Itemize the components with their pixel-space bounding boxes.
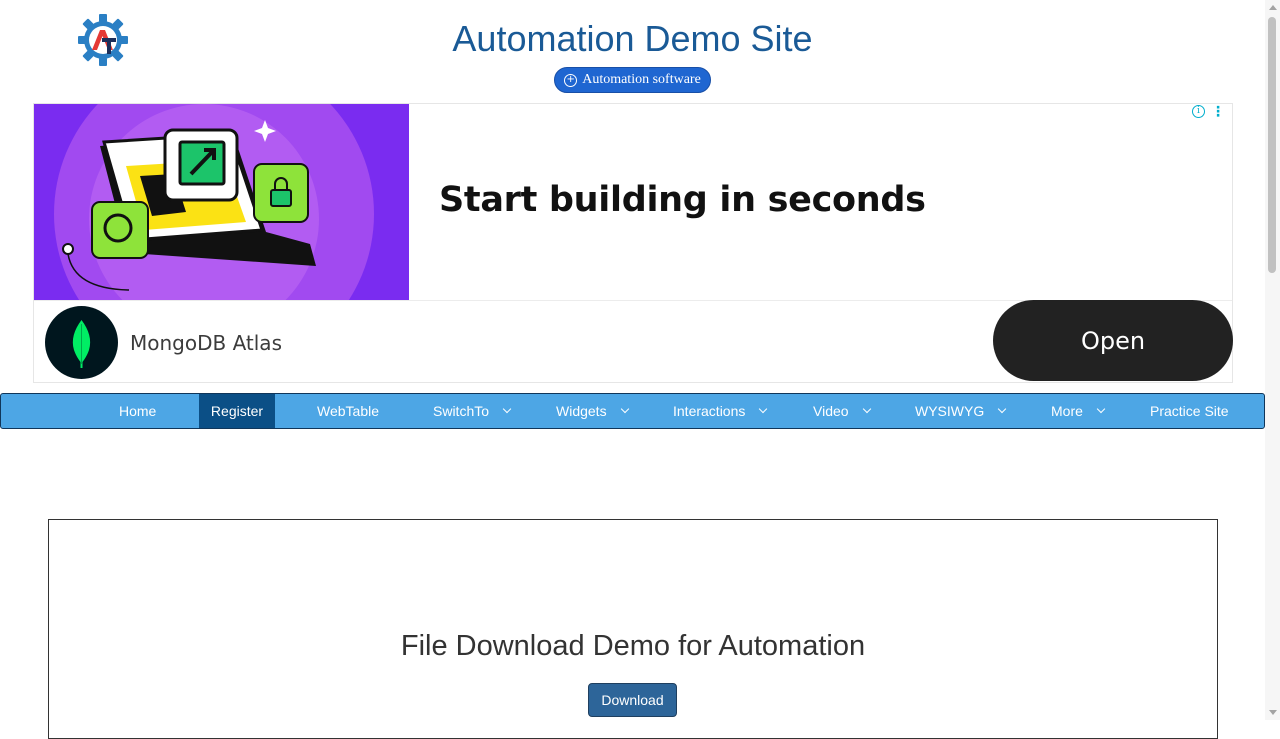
ad-controls: i ⋮ — [1192, 105, 1225, 119]
mongodb-leaf-icon[interactable] — [45, 306, 118, 379]
ad-illustration[interactable] — [34, 104, 409, 300]
chevron-down-icon — [1096, 404, 1106, 414]
ad-brand-name[interactable]: MongoDB Atlas — [130, 331, 282, 355]
nav-item-widgets[interactable]: Widgets — [556, 394, 629, 428]
nav-item-practice-site[interactable]: Practice Site — [1150, 394, 1229, 428]
nav-item-label: Video — [813, 403, 849, 419]
nav-item-switchto[interactable]: SwitchTo — [433, 394, 512, 428]
more-vertical-icon[interactable]: ⋮ — [1211, 105, 1225, 119]
nav-item-register[interactable]: Register — [199, 394, 275, 428]
scroll-up-arrow-icon[interactable] — [1269, 5, 1277, 10]
nav-item-label: Register — [210, 403, 264, 419]
nav-item-label: Interactions — [673, 403, 746, 419]
nav-item-label: Home — [119, 403, 157, 419]
download-button[interactable]: Download — [588, 683, 677, 717]
site-title: Automation Demo Site — [452, 18, 813, 59]
chevron-down-icon — [502, 404, 512, 414]
nav-item-more[interactable]: More — [1051, 394, 1106, 428]
nav-item-label: More — [1051, 403, 1083, 419]
info-icon[interactable]: i — [1192, 105, 1205, 118]
main-nav: Home Register WebTable SwitchTo Widgets … — [0, 393, 1265, 429]
nav-item-interactions[interactable]: Interactions — [673, 394, 768, 428]
plus-circle-icon: + — [564, 73, 578, 87]
page-heading: File Download Demo for Automation — [400, 630, 866, 662]
vertical-scrollbar[interactable] — [1265, 0, 1280, 720]
chevron-down-icon — [759, 404, 768, 414]
nav-item-label: Widgets — [556, 403, 607, 419]
download-panel: File Download Demo for Automation Downlo… — [48, 519, 1218, 739]
automation-software-label: Automation software — [582, 72, 701, 87]
nav-item-label: SwitchTo — [433, 403, 490, 419]
nav-item-home[interactable]: Home — [119, 394, 156, 428]
nav-item-label: Practice Site — [1150, 403, 1229, 419]
nav-item-label: WebTable — [317, 403, 380, 419]
scrollbar-thumb[interactable] — [1268, 17, 1276, 273]
chevron-down-icon — [862, 404, 871, 414]
chevron-down-icon — [997, 404, 1007, 414]
ad-headline[interactable]: Start building in seconds — [439, 180, 926, 220]
nav-item-video[interactable]: Video — [813, 394, 871, 428]
ad-open-button[interactable]: Open — [993, 300, 1233, 381]
nav-item-webtable[interactable]: WebTable — [317, 394, 379, 428]
advertisement-banner[interactable]: Start building in seconds i ⋮ MongoDB At… — [33, 103, 1233, 383]
nav-item-label: WYSIWYG — [915, 403, 985, 419]
scroll-down-arrow-icon[interactable] — [1269, 710, 1277, 715]
automation-software-button[interactable]: + Automation software — [554, 67, 711, 93]
chevron-down-icon — [620, 404, 629, 414]
nav-item-wysiwyg[interactable]: WYSIWYG — [915, 394, 1007, 428]
